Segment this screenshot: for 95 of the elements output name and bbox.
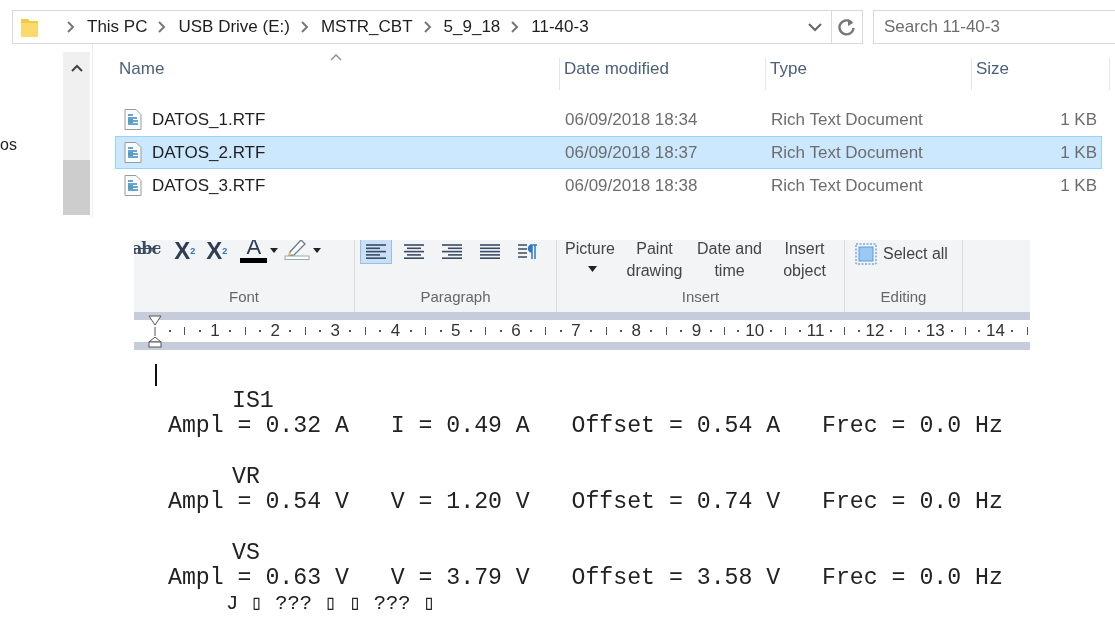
file-row[interactable]: DATOS_2.RTF 06/09/2018 18:37 Rich Text Document 1 KB <box>115 136 1102 169</box>
ruler-number: 6 <box>511 320 521 342</box>
garbled-text: J ▯ ??? ▯ ▯ ??? ▯ <box>226 592 436 616</box>
alignment-icon <box>366 243 386 259</box>
paragraph-icon <box>518 243 538 259</box>
size-cell-text: 1 KB <box>1059 142 1098 163</box>
size-cell-text: 1 KB <box>1059 109 1098 130</box>
alignment-icon <box>480 243 500 259</box>
column-header[interactable]: Size <box>972 58 1110 90</box>
caret-icon[interactable] <box>270 248 279 253</box>
ruler-number: 1 <box>210 320 220 342</box>
picture-button[interactable]: Picture <box>563 240 617 260</box>
chevron-icon[interactable] <box>510 21 520 33</box>
caret-icon[interactable] <box>587 266 597 272</box>
address-bar[interactable]: This PC USB Drive (E:) MSTR_CBT 5_9_18 11-40-3 <box>12 10 863 44</box>
date-cell-text: 06/09/2018 18:37 <box>564 142 699 163</box>
alignment-icon <box>442 243 462 259</box>
caret-icon[interactable] <box>313 248 322 253</box>
type-cell-text: Rich Text Document <box>770 109 924 130</box>
size-cell-text: 1 KB <box>1059 175 1098 196</box>
ruler-number: 5 <box>450 320 461 342</box>
date-cell-text: 06/09/2018 18:34 <box>564 109 699 130</box>
indent-marker-icon[interactable] <box>147 315 163 348</box>
signal-label: VS <box>232 539 260 566</box>
insert-button[interactable]: Paint drawing <box>619 240 690 282</box>
ruler-number: 8 <box>631 320 641 342</box>
insert-button[interactable]: Insert object <box>769 240 840 282</box>
ruler-number: 14 <box>986 320 1005 342</box>
file-name: DATOS_1.RTF <box>152 109 266 130</box>
ruler-number: 3 <box>330 320 341 342</box>
refresh-icon <box>838 18 856 36</box>
select-all-button[interactable]: Select all <box>845 243 948 265</box>
align-left-button[interactable] <box>360 240 392 264</box>
scroll-thumb[interactable] <box>63 160 90 215</box>
ruler-number: 11 <box>806 320 825 342</box>
search-field[interactable]: Search 11-40-3 <box>873 10 1115 44</box>
breadcrumb[interactable]: 5_9_18 <box>443 17 501 37</box>
ruler-number: 2 <box>270 320 280 342</box>
file-row[interactable]: DATOS_3.RTF 06/09/2018 18:38 Rich Text Document 1 KB <box>115 169 1102 202</box>
file-name: DATOS_2.RTF <box>152 142 266 163</box>
highlighter-icon[interactable] <box>284 240 311 260</box>
document-file-icon <box>124 175 142 196</box>
breadcrumb[interactable]: This PC <box>87 17 148 37</box>
scroll-up-icon[interactable] <box>70 64 83 72</box>
type-cell-text: Rich Text Document <box>770 175 924 196</box>
measurement-text: Ampl = 0.54 V <box>168 490 349 516</box>
alignment-icon <box>404 243 424 259</box>
breadcrumb[interactable]: USB Drive (E:) <box>178 17 290 37</box>
measurement-text: Ampl = 0.32 A <box>168 414 349 440</box>
chevron-icon[interactable] <box>66 21 75 33</box>
group-label: Paragraph <box>419 288 492 305</box>
insert-button[interactable]: Date and time <box>694 240 765 282</box>
folder-icon <box>21 17 38 37</box>
column-header[interactable]: Type <box>766 58 972 90</box>
measurement-text: Offset = 3.58 V <box>571 566 781 592</box>
chevron-icon[interactable] <box>299 21 309 33</box>
ruler-number: 9 <box>691 320 702 342</box>
date-cell-text: 06/09/2018 18:38 <box>564 175 699 196</box>
column-header[interactable]: Name <box>115 58 560 90</box>
measurement-text: Frec = 0.0 Hz <box>822 414 1003 440</box>
ruler-number: 13 <box>925 320 945 342</box>
group-label: Insert <box>680 288 721 305</box>
chevron-icon[interactable] <box>157 21 167 33</box>
text-cursor <box>155 364 157 386</box>
document-file-icon <box>124 109 142 130</box>
measurement-text: V = 1.20 V <box>390 490 530 516</box>
file-name: DATOS_3.RTF <box>152 175 266 196</box>
signal-label: IS1 <box>232 388 274 414</box>
measurement-text: Ampl = 0.63 V <box>168 566 349 592</box>
type-cell-text: Rich Text Document <box>770 142 924 163</box>
measurement-text: Offset = 0.54 A <box>571 414 781 440</box>
select-all-icon <box>855 243 877 265</box>
breadcrumb[interactable]: MSTR_CBT <box>320 17 413 37</box>
ruler-number: 12 <box>865 320 885 342</box>
scrollbar[interactable] <box>63 52 90 215</box>
document-file-icon <box>124 142 142 163</box>
signal-label: VR <box>232 463 260 490</box>
group-label: Font <box>228 288 260 305</box>
measurement-text: V = 3.79 V <box>390 566 530 592</box>
chevron-icon[interactable] <box>422 21 432 33</box>
sort-icon[interactable] <box>330 54 342 61</box>
breadcrumb[interactable]: 11-40-3 <box>531 17 589 37</box>
ruler-number: 7 <box>571 320 581 342</box>
dropdown-icon[interactable] <box>808 22 822 32</box>
measurement-text: Frec = 0.0 Hz <box>822 490 1003 516</box>
measurement-text: I = 0.49 A <box>390 414 530 440</box>
file-row[interactable]: DATOS_1.RTF 06/09/2018 18:34 Rich Text Document 1 KB <box>115 103 1102 136</box>
ruler-number: 4 <box>390 320 401 342</box>
nav-item[interactable]: os <box>0 136 17 154</box>
measurement-text: Offset = 0.74 V <box>571 490 781 516</box>
column-header[interactable]: Date modified <box>560 58 766 90</box>
measurement-text: Frec = 0.0 Hz <box>822 566 1003 592</box>
superscript-button[interactable]: X$^{2}$ <box>206 240 228 265</box>
ruler-number: 10 <box>745 320 765 342</box>
group-label: Editing <box>879 288 928 305</box>
